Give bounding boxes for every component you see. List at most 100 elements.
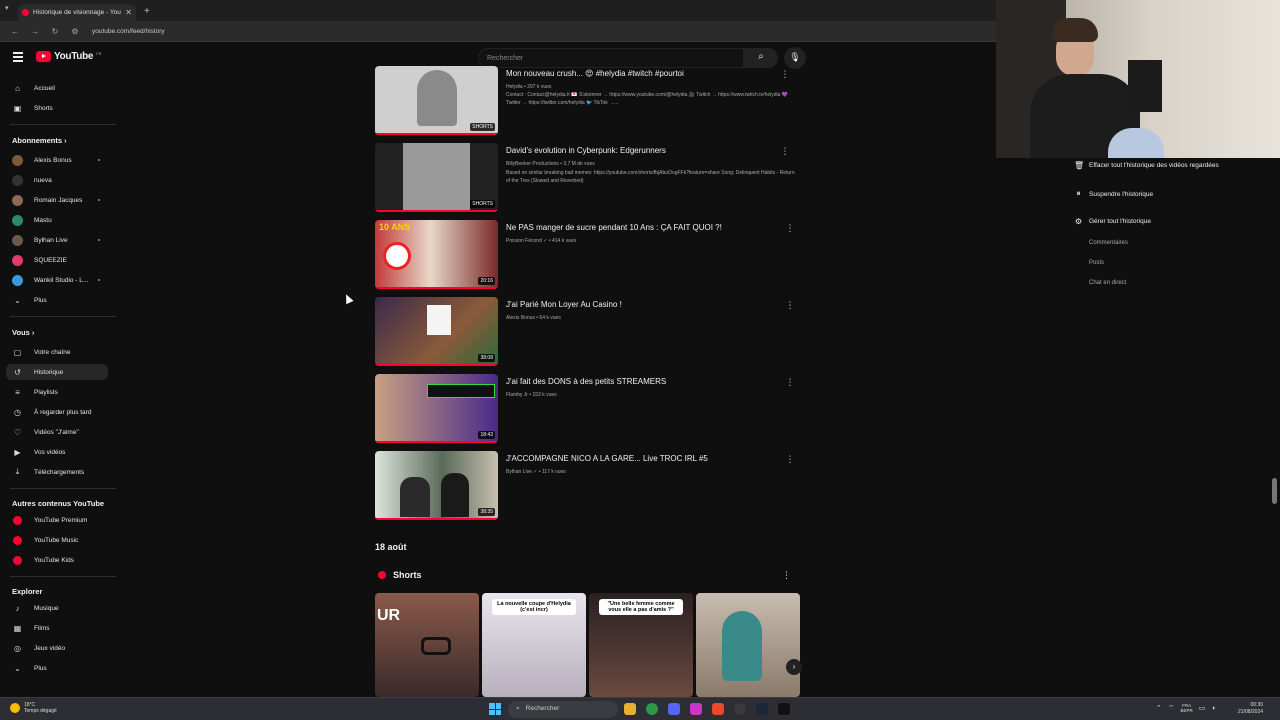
video-item[interactable]: 38:08 J'ai Parié Mon Loyer Au Casino ! A…	[375, 297, 805, 367]
weather-widget[interactable]: 18°C Temps dégagé	[10, 702, 57, 714]
search-input[interactable]: Rechercher	[478, 48, 744, 68]
wifi-icon[interactable]: ⌔	[1168, 704, 1175, 713]
video-thumbnail[interactable]: 38:08	[375, 297, 498, 366]
url-field[interactable]: youtube.com/feed/history	[92, 28, 165, 35]
chrome-icon[interactable]	[646, 703, 658, 715]
video-thumbnail[interactable]: 10 ANS 20:16	[375, 220, 498, 289]
more-options-icon[interactable]: ⋮	[785, 300, 795, 311]
video-title[interactable]: J'ai fait des DONS à des petits STREAMER…	[506, 377, 786, 386]
video-meta[interactable]: Bylhan Live ✓ • 117 k vues	[506, 469, 566, 475]
video-thumbnail[interactable]: 18:43	[375, 374, 498, 443]
sidebar-item-your-videos[interactable]: ▶ Vos vidéos	[6, 444, 108, 460]
live-chat-link[interactable]: Chat en direct	[1089, 280, 1126, 286]
more-options-icon[interactable]: ⋮	[785, 454, 795, 465]
you-heading[interactable]: Vous ›	[12, 328, 34, 337]
reload-icon[interactable]: ↻	[50, 27, 60, 36]
tab-menu-icon[interactable]: ▾	[5, 4, 9, 12]
sidebar-item-history[interactable]: ↺ Historique	[6, 364, 108, 380]
sidebar-sub-bylhan-live[interactable]: Bylhan Live	[6, 232, 108, 248]
video-meta[interactable]: Alexis Bonus • 64 k vues	[506, 315, 561, 321]
site-info-icon[interactable]: ⚙	[70, 27, 80, 36]
sidebar-item-films[interactable]: ▦ Films	[6, 620, 108, 636]
steam-icon[interactable]	[756, 703, 768, 715]
video-item[interactable]: SHORTS Mon nouveau crush... 😍 #helydia #…	[375, 66, 805, 136]
forward-icon[interactable]: →	[30, 27, 40, 36]
sidebar-item-youtube-premium[interactable]: YouTube Premium	[6, 512, 108, 528]
more-options-icon[interactable]: ⋮	[785, 223, 795, 234]
chevron-up-icon[interactable]: ⌃	[1156, 704, 1162, 712]
short-card[interactable]: "Une belle femme comme vous elle a pas d…	[589, 593, 693, 697]
sidebar-sub-squeezie[interactable]: SQUEEZIE	[6, 252, 108, 268]
more-options-icon[interactable]: ⋮	[782, 570, 791, 581]
video-title[interactable]: David's evolution in Cyberpunk: Edgerunn…	[506, 146, 786, 155]
scrollbar-thumb[interactable]	[1272, 478, 1277, 504]
video-item[interactable]: 18:43 J'ai fait des DONS à des petits ST…	[375, 374, 805, 444]
discord-icon[interactable]	[668, 703, 680, 715]
posts-link[interactable]: Posts	[1089, 260, 1104, 266]
app-icon[interactable]	[690, 703, 702, 715]
sidebar-sub-wankil-studio[interactable]: Wankil Studio - L...	[6, 272, 108, 288]
sidebar-sub-romain-jacques[interactable]: Romain Jacques	[6, 192, 108, 208]
video-thumbnail[interactable]: SHORTS	[375, 66, 498, 135]
app-icon[interactable]	[712, 703, 724, 715]
app-icon[interactable]	[778, 703, 790, 715]
video-item[interactable]: SHORTS David's evolution in Cyberpunk: E…	[375, 143, 805, 213]
video-meta[interactable]: Poisson Fécond ✓ • 414 k vues	[506, 238, 576, 244]
video-title[interactable]: J'ai Parié Mon Loyer Au Casino !	[506, 300, 786, 309]
sidebar-item-explore-more[interactable]: ⌄ Plus	[6, 660, 108, 676]
video-title[interactable]: J'ACCOMPAGNE NICO A LA GARE... Live TROC…	[506, 454, 786, 463]
sidebar-item-label: Accueil	[34, 84, 55, 92]
sidebar-sub-alexis-bonus[interactable]: Alexis Bonus	[6, 152, 108, 168]
clock[interactable]: 00:30 21/08/2024	[1238, 702, 1263, 716]
file-explorer-icon[interactable]	[624, 703, 636, 715]
sidebar-item-youtube-kids[interactable]: YouTube Kids	[6, 552, 108, 568]
short-card[interactable]	[696, 593, 800, 697]
windows-start-icon[interactable]	[489, 703, 501, 715]
video-item[interactable]: 10 ANS 20:16 Ne PAS manger de sucre pend…	[375, 220, 805, 290]
more-options-icon[interactable]: ⋮	[780, 146, 790, 157]
search-button[interactable]: ⌕	[744, 48, 778, 68]
sidebar-item-watch-later[interactable]: ◷ À regarder plus tard	[6, 404, 108, 420]
volume-icon[interactable]: ◖	[1211, 705, 1215, 712]
more-options-icon[interactable]: ⋮	[780, 69, 790, 80]
sidebar-item-shorts[interactable]: ▣ Shorts	[6, 100, 108, 116]
sidebar-item-home[interactable]: ⌂ Accueil	[6, 80, 108, 96]
new-tab-icon[interactable]: +	[144, 6, 150, 17]
network-icon[interactable]: ▭	[1199, 704, 1206, 712]
sidebar-sub-nueva[interactable]: nueva	[6, 172, 108, 188]
shorts-next-button[interactable]: ›	[786, 659, 802, 675]
browser-tab[interactable]: Historique de visionnage - YouTu ✕	[18, 4, 136, 21]
more-options-icon[interactable]: ⋮	[785, 377, 795, 388]
subscriptions-heading[interactable]: Abonnements ›	[12, 136, 67, 145]
close-tab-icon[interactable]: ✕	[125, 8, 132, 17]
back-icon[interactable]: ←	[10, 27, 20, 36]
short-card[interactable]: La nouvelle coupe d'Helydia (c'est incr)	[482, 593, 586, 697]
video-meta[interactable]: Flamby Jr • 153 k vues	[506, 392, 557, 398]
obs-icon[interactable]	[734, 703, 746, 715]
video-title[interactable]: Ne PAS manger de sucre pendant 10 Ans : …	[506, 223, 786, 232]
video-title[interactable]: Mon nouveau crush... 😍 #helydia #twitch …	[506, 69, 786, 78]
sidebar-item-playlists[interactable]: ≡ Playlists	[6, 384, 108, 400]
video-thumbnail[interactable]: SHORTS	[375, 143, 498, 212]
comments-link[interactable]: Commentaires	[1089, 240, 1128, 246]
clear-history-button[interactable]: 🗑 Effacer tout l'historique des vidéos re…	[1074, 161, 1219, 170]
video-item[interactable]: 38:35 J'ACCOMPAGNE NICO A LA GARE... Liv…	[375, 451, 805, 521]
sidebar-item-your-channel[interactable]: ▢ Votre chaîne	[6, 344, 108, 360]
language-indicator[interactable]: FRA BEPR	[1180, 703, 1192, 713]
taskbar-search[interactable]: ⌕ Rechercher	[508, 701, 618, 718]
manage-history-button[interactable]: ⚙ Gérer tout l'historique	[1074, 217, 1151, 226]
pause-history-button[interactable]: ⏸ Suspendre l'historique	[1074, 189, 1154, 199]
sidebar-item-music[interactable]: ♪ Musique	[6, 600, 108, 616]
sidebar-item-youtube-music[interactable]: YouTube Music	[6, 532, 108, 548]
menu-icon[interactable]	[13, 52, 23, 64]
video-thumbnail[interactable]: 38:35	[375, 451, 498, 520]
sidebar-item-gaming[interactable]: ◎ Jeux vidéo	[6, 640, 108, 656]
short-card[interactable]: UR	[375, 593, 479, 697]
sidebar-item-downloads[interactable]: ⤓ Téléchargements	[6, 464, 108, 480]
sidebar-item-liked-videos[interactable]: ♡ Vidéos "J'aime"	[6, 424, 108, 440]
sidebar-sub-mastu[interactable]: Mastu	[6, 212, 108, 228]
sidebar-subs-more[interactable]: ⌄ Plus	[6, 292, 108, 308]
youtube-logo[interactable]: YouTube FR	[36, 51, 102, 62]
video-meta[interactable]: BillyBeeker Productions • 3,7 M de vues	[506, 161, 595, 167]
video-meta[interactable]: Helydia • 297 k vues	[506, 84, 551, 90]
